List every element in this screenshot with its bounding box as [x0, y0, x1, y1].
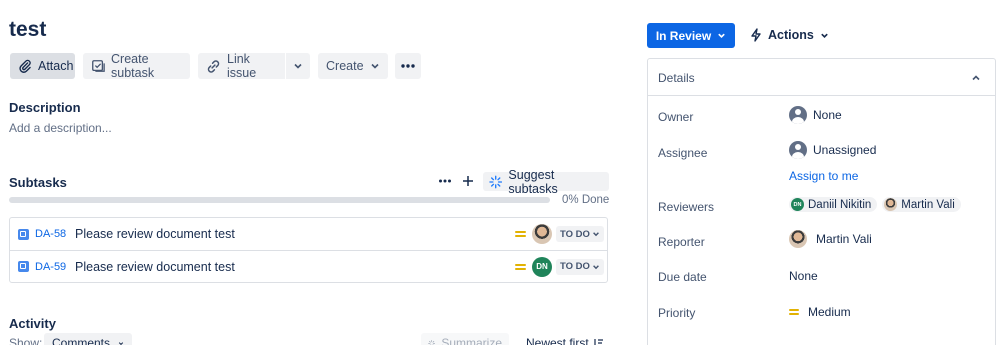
link-issue-button[interactable]: Link issue: [198, 52, 285, 80]
status-dropdown[interactable]: TO DO: [556, 226, 604, 242]
assign-to-me-link[interactable]: Assign to me: [789, 169, 858, 183]
activity-filter-value: Comments: [52, 336, 111, 345]
priority-medium-icon: [515, 229, 526, 239]
reviewer-name: Daniil Nikitin: [808, 198, 872, 211]
create-subtask-label: Create subtask: [111, 52, 155, 80]
reporter-label: Reporter: [658, 235, 705, 249]
avatar-initials: DN: [536, 262, 548, 271]
avatar[interactable]: DN: [532, 256, 552, 277]
owner-value: None: [813, 108, 842, 122]
subtasks-progress-bar: [9, 197, 550, 203]
subtasks-table: DA-58 Please review document test TO DO …: [9, 217, 608, 283]
avatar[interactable]: [532, 224, 552, 244]
more-icon: [401, 64, 415, 68]
description-placeholder[interactable]: Add a description...: [9, 121, 112, 135]
more-icon[interactable]: [438, 178, 452, 184]
issue-title[interactable]: test: [9, 18, 46, 42]
more-actions-button[interactable]: [395, 53, 421, 79]
create-subtask-button[interactable]: Create subtask: [83, 52, 190, 80]
chevron-down-icon: [370, 63, 379, 69]
reviewers-label: Reviewers: [658, 200, 715, 214]
chevron-down-icon: [821, 33, 828, 38]
assignee-field[interactable]: Unassigned: [789, 141, 876, 159]
reporter-field[interactable]: Martin Vali: [789, 230, 872, 248]
priority-value: Medium: [808, 305, 851, 319]
summarize-label: Summarize: [441, 336, 502, 345]
subtask-type-icon: [18, 228, 29, 240]
user-placeholder-icon: [789, 106, 807, 124]
status-dropdown[interactable]: TO DO: [556, 258, 604, 275]
sort-label: Newest first: [526, 336, 589, 345]
details-panel: Details Owner None Assignee Unassigned A…: [647, 58, 996, 345]
avatar: DN: [791, 198, 804, 211]
reviewer-chip[interactable]: Martin Vali: [882, 197, 961, 212]
avatar: [884, 198, 898, 211]
create-label: Create: [326, 59, 364, 73]
sparkle-icon: [428, 339, 436, 345]
due-date-value[interactable]: None: [789, 269, 818, 283]
reporter-value: Martin Vali: [816, 232, 872, 246]
subtasks-heading: Subtasks: [9, 175, 67, 190]
sort-icon: [594, 339, 603, 345]
suggest-subtasks-label: Suggest subtasks: [508, 167, 558, 196]
plus-icon[interactable]: [462, 175, 474, 187]
due-date-label: Due date: [658, 270, 707, 284]
chevron-down-icon: [593, 264, 599, 269]
subtask-key[interactable]: DA-59: [35, 261, 66, 273]
subtask-type-icon: [18, 261, 29, 272]
status-label: TO DO: [560, 228, 590, 240]
priority-medium-icon: [789, 307, 799, 317]
paperclip-icon: [19, 59, 31, 73]
link-icon: [207, 59, 220, 73]
reviewer-chip[interactable]: DN Daniil Nikitin: [789, 197, 878, 212]
subtask-summary[interactable]: Please review document test: [75, 260, 235, 274]
status-button[interactable]: In Review: [647, 23, 735, 48]
activity-heading: Activity: [9, 316, 56, 331]
details-heading: Details: [658, 71, 695, 85]
chevron-down-icon: [718, 33, 725, 38]
lightning-icon: [751, 28, 761, 42]
chevron-down-icon: [593, 232, 599, 237]
avatar-initials: DN: [793, 201, 802, 208]
activity-filter-dropdown[interactable]: Comments: [44, 333, 132, 345]
progress-text: 0% Done: [562, 194, 610, 206]
sort-toggle[interactable]: Newest first: [526, 336, 603, 345]
status-button-label: In Review: [655, 28, 712, 43]
reviewer-name: Martin Vali: [901, 198, 955, 211]
chevron-down-icon: [294, 63, 302, 69]
link-issue-dropdown[interactable]: [286, 53, 310, 79]
table-row[interactable]: DA-59 Please review document test DN TO …: [10, 250, 607, 282]
owner-field[interactable]: None: [789, 106, 842, 124]
details-header[interactable]: Details: [648, 59, 995, 96]
actions-button[interactable]: Actions: [750, 28, 829, 42]
chevron-down-icon: [118, 341, 124, 345]
user-placeholder-icon: [789, 141, 807, 159]
priority-field[interactable]: Medium: [789, 305, 851, 319]
attach-button[interactable]: Attach: [10, 53, 75, 79]
assignee-value: Unassigned: [813, 143, 877, 157]
avatar: [789, 230, 807, 248]
table-row[interactable]: DA-58 Please review document test TO DO: [10, 218, 607, 250]
chevron-up-icon[interactable]: [971, 73, 981, 83]
reviewers-field[interactable]: DN Daniil Nikitin Martin Vali: [789, 197, 961, 212]
assignee-label: Assignee: [658, 146, 708, 160]
description-heading: Description: [9, 100, 81, 115]
status-label: TO DO: [560, 261, 590, 272]
subtask-summary[interactable]: Please review document test: [75, 227, 235, 241]
actions-label: Actions: [768, 28, 814, 42]
subtask-icon: [92, 60, 105, 72]
link-issue-label: Link issue: [227, 52, 257, 80]
create-button[interactable]: Create: [318, 53, 388, 79]
summarize-button[interactable]: Summarize: [421, 333, 509, 345]
priority-medium-icon: [515, 262, 526, 272]
attach-label: Attach: [38, 59, 74, 73]
suggest-subtasks-button[interactable]: Suggest subtasks: [483, 168, 609, 196]
show-label: Show:: [9, 336, 43, 345]
sparkle-icon: [489, 175, 503, 188]
priority-label: Priority: [658, 306, 696, 320]
subtask-key[interactable]: DA-58: [35, 228, 66, 240]
owner-label: Owner: [658, 110, 694, 124]
